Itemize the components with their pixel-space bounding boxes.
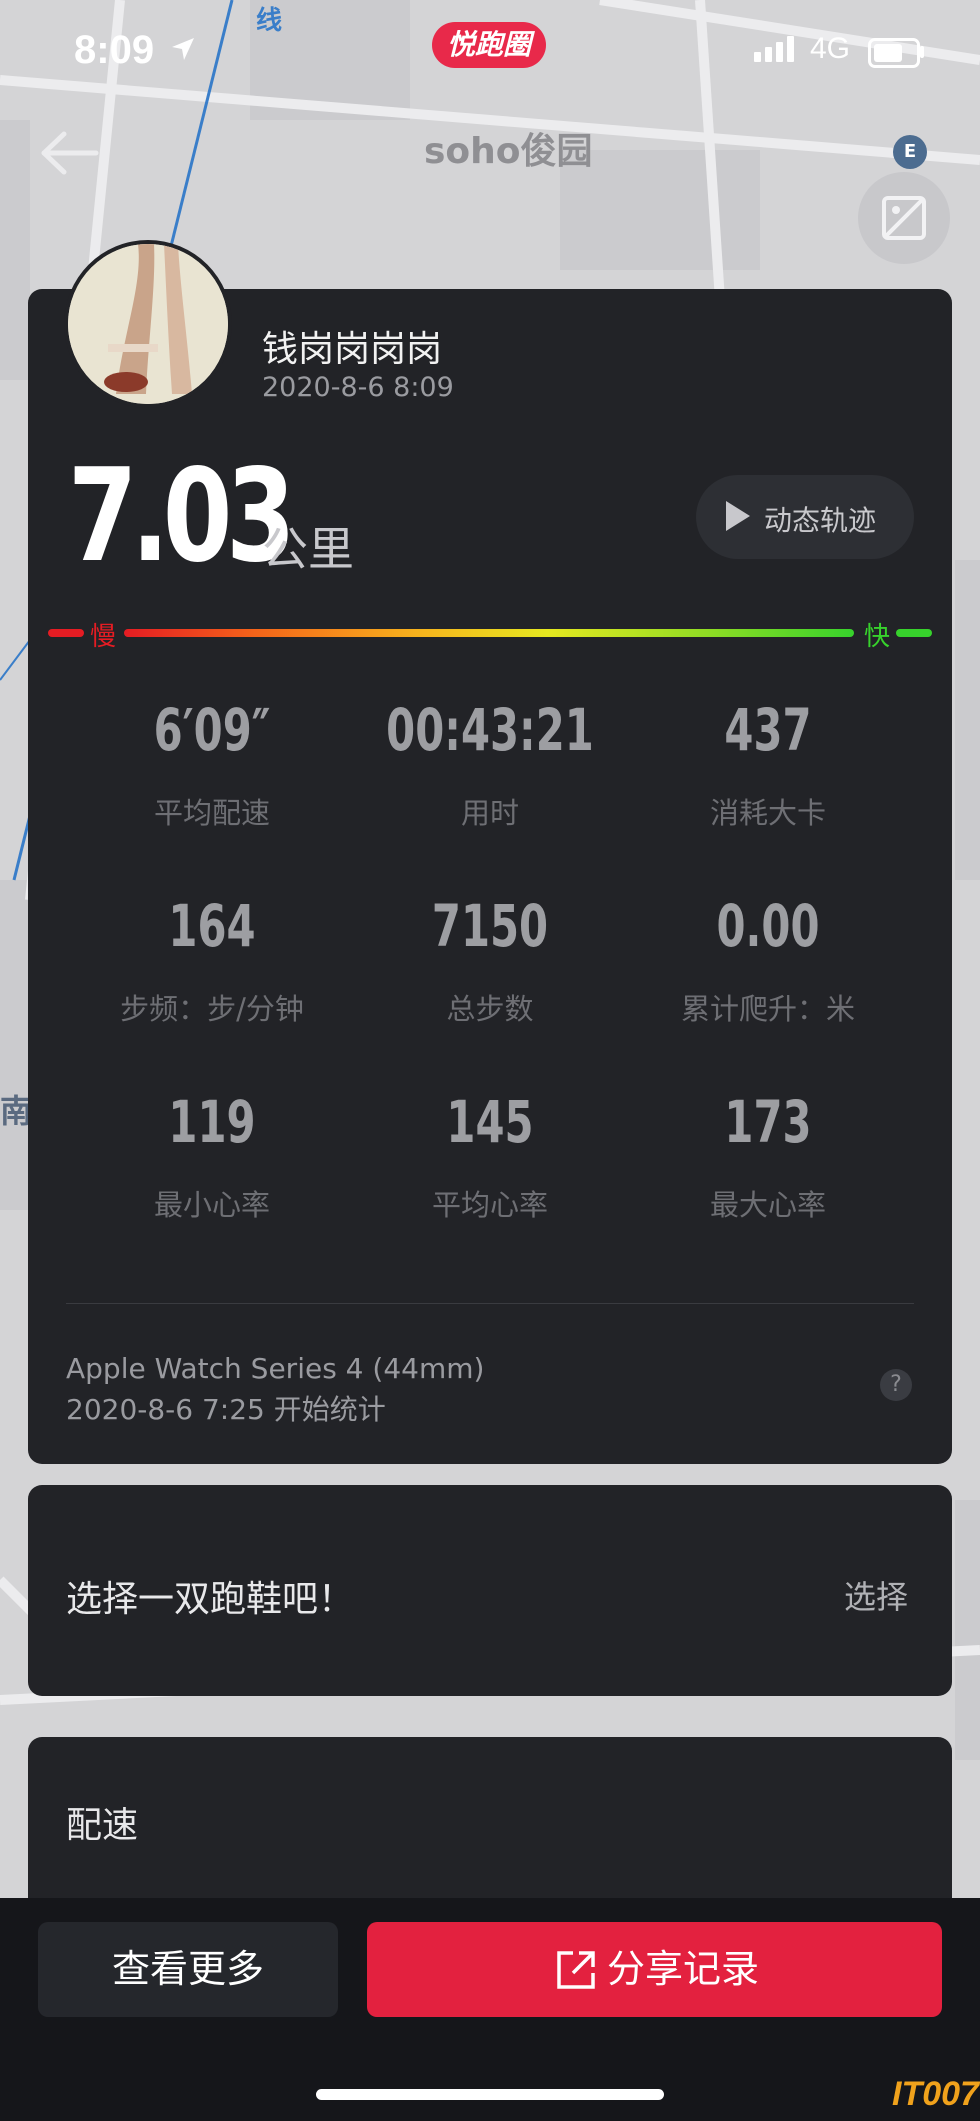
shoe-select-link[interactable]: 选择	[844, 1572, 908, 1618]
status-bar: 8:09 悦跑圈 4G	[0, 0, 980, 110]
run-date: 2020-8-6 8:09	[262, 372, 454, 403]
avatar-image	[68, 244, 228, 404]
stat-duration-value: 00:43:21	[386, 696, 594, 764]
shoe-prompt: 选择一双跑鞋吧！	[66, 1579, 355, 1620]
dynamic-track-label: 动态轨迹	[764, 504, 877, 537]
stat-elevation-label: 累计爬升：米	[680, 992, 855, 1026]
signal-icon	[754, 36, 794, 62]
subway-exit-icon: E	[893, 135, 927, 169]
stat-min-hr-label: 最小心率	[153, 1188, 270, 1222]
location-arrow-icon	[172, 38, 194, 60]
device-name: Apple Watch Series 4 (44mm)	[66, 1352, 485, 1385]
stat-avg-pace-value: 6′09″	[153, 696, 271, 764]
stat-max-hr-value: 173	[724, 1088, 812, 1156]
card-divider	[66, 1303, 914, 1304]
stat-steps-label: 总步数	[446, 992, 534, 1026]
stat-avg-hr-value: 145	[446, 1088, 534, 1156]
back-arrow-icon[interactable]	[36, 128, 100, 178]
watermark: IT007	[892, 2075, 979, 2113]
user-name[interactable]: 钱岗岗岗岗	[262, 320, 442, 372]
battery-icon	[868, 38, 920, 68]
stat-duration-label: 用时	[460, 796, 519, 830]
map-label-soho: soho俊园	[424, 131, 593, 172]
stat-calories-label: 消耗大卡	[709, 796, 826, 830]
status-time: 8:09	[74, 28, 155, 72]
help-icon[interactable]: ?	[880, 1369, 912, 1401]
pace-scale-fast-label: 快	[864, 622, 891, 652]
stat-calories-value: 437	[724, 696, 812, 764]
user-avatar[interactable]	[64, 240, 232, 408]
pace-gradient-bar	[124, 629, 854, 637]
image-icon	[882, 196, 926, 240]
share-icon	[557, 1951, 595, 1989]
pace-scale-slow-bar	[48, 629, 84, 637]
stat-elevation-value: 0.00	[716, 892, 820, 960]
app-logo: 悦跑圈	[432, 22, 546, 68]
home-indicator[interactable]	[316, 2089, 664, 2100]
stat-avg-pace-label: 平均配速	[153, 796, 270, 830]
stat-cadence-value: 164	[168, 892, 256, 960]
stat-cadence-label: 步频：步/分钟	[120, 992, 304, 1026]
stat-min-hr-value: 119	[168, 1088, 256, 1156]
network-label: 4G	[810, 32, 851, 65]
pace-scale-slow-label: 慢	[90, 622, 117, 652]
stat-max-hr-label: 最大心率	[709, 1188, 826, 1222]
device-start-time: 2020-8-6 7:25 开始统计	[66, 1393, 386, 1426]
distance-value: 7.03	[68, 442, 296, 591]
stat-steps-value: 7150	[431, 892, 549, 960]
battery-tip	[920, 46, 924, 58]
stat-avg-hr-label: 平均心率	[431, 1188, 548, 1222]
pace-section-title: 配速	[66, 1805, 139, 1846]
map-image-toggle-button[interactable]	[858, 172, 950, 264]
pace-scale-fast-bar	[896, 629, 932, 637]
dynamic-track-button[interactable]: 动态轨迹	[696, 475, 914, 559]
play-icon	[726, 501, 750, 531]
share-record-button[interactable]: 分享记录	[367, 1922, 942, 2017]
distance-unit: 公里	[262, 522, 354, 576]
view-more-button[interactable]: 查看更多	[38, 1922, 338, 2017]
share-record-label: 分享记录	[607, 1947, 760, 1991]
